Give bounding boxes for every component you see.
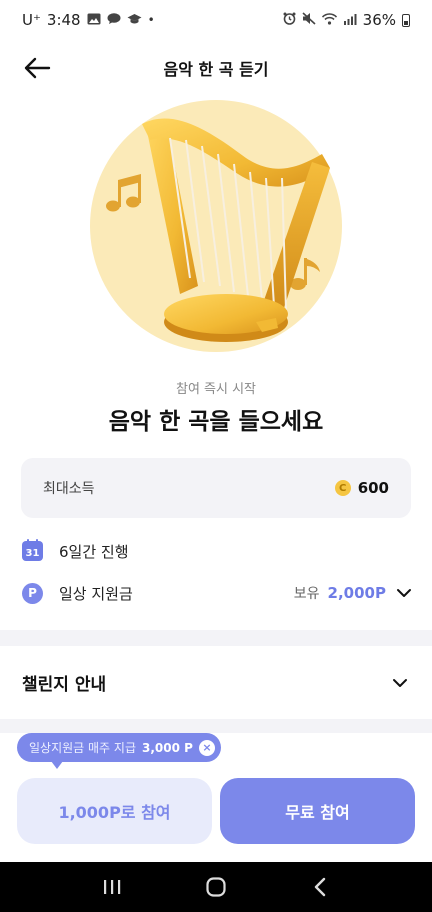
battery-icon bbox=[402, 13, 410, 27]
join-free-button[interactable]: 무료 참여 bbox=[220, 778, 415, 844]
home-button[interactable] bbox=[196, 867, 236, 907]
daily-support-label: 일상 지원금 bbox=[59, 584, 133, 603]
header: 음악 한 곡 듣기 bbox=[0, 44, 432, 92]
page-title: 음악 한 곡 듣기 bbox=[163, 60, 269, 79]
notification-dot-icon: • bbox=[147, 13, 155, 27]
clock: 3:48 bbox=[46, 11, 81, 29]
chevron-down-icon bbox=[390, 673, 410, 693]
section-divider bbox=[0, 630, 432, 646]
holding-group: 보유 2,000P bbox=[294, 583, 414, 603]
back-button[interactable] bbox=[18, 50, 56, 86]
carrier-label: U⁺ bbox=[22, 11, 41, 29]
tooltip-amount: 3,000 P bbox=[142, 740, 193, 755]
home-icon bbox=[206, 877, 226, 897]
arrow-left-icon bbox=[24, 57, 51, 79]
mute-icon bbox=[302, 12, 316, 28]
chevron-down-icon[interactable] bbox=[394, 583, 414, 603]
max-reward-card: 최대소득 C 600 bbox=[21, 458, 411, 518]
coin-icon: C bbox=[334, 480, 351, 496]
join-with-points-button[interactable]: 1,000P로 참여 bbox=[17, 778, 212, 844]
section-divider bbox=[0, 719, 432, 733]
chat-icon bbox=[107, 12, 121, 28]
battery-percent: 36% bbox=[362, 11, 396, 29]
back-nav-button[interactable] bbox=[300, 867, 340, 907]
weekly-support-tooltip: 일상지원금 매주 지급 3,000 P × bbox=[17, 733, 221, 769]
system-nav-bar bbox=[0, 862, 432, 912]
duration-row: 31 6일간 진행 bbox=[22, 536, 414, 566]
intro-subtitle: 참여 즉시 시작 bbox=[175, 382, 257, 397]
gallery-icon bbox=[87, 13, 101, 28]
max-reward-value-group: C 600 bbox=[334, 479, 389, 497]
alarm-icon bbox=[283, 12, 296, 28]
challenge-guide-title: 챌린지 안내 bbox=[22, 675, 107, 695]
close-icon[interactable]: × bbox=[198, 739, 215, 756]
point-icon: P bbox=[22, 582, 43, 604]
status-left: U⁺ 3:48 • bbox=[22, 11, 155, 29]
harp-icon bbox=[90, 100, 342, 352]
status-right: 36% bbox=[283, 11, 410, 29]
signal-icon bbox=[343, 13, 357, 28]
challenge-guide-toggle[interactable]: 챌린지 안내 bbox=[0, 646, 432, 719]
intro-headline: 음악 한 곡을 들으세요 bbox=[108, 409, 324, 435]
graduation-cap-icon bbox=[127, 13, 142, 28]
hero-illustration bbox=[86, 96, 346, 356]
chevron-left-icon bbox=[314, 877, 326, 897]
max-reward-value: 600 bbox=[357, 479, 389, 497]
daily-support-row[interactable]: P 일상 지원금 보유 2,000P bbox=[22, 578, 414, 608]
recents-icon bbox=[104, 880, 121, 894]
holding-label: 보유 bbox=[293, 586, 320, 602]
max-reward-label: 최대소득 bbox=[43, 481, 95, 497]
holding-value: 2,000P bbox=[327, 584, 386, 602]
tooltip-text: 일상지원금 매주 지급 bbox=[29, 741, 136, 755]
duration-text: 6일간 진행 bbox=[59, 542, 129, 561]
calendar-icon: 31 bbox=[22, 539, 43, 561]
wifi-icon bbox=[321, 12, 337, 28]
status-bar: U⁺ 3:48 • 36% bbox=[0, 0, 432, 40]
recents-button[interactable] bbox=[92, 867, 132, 907]
